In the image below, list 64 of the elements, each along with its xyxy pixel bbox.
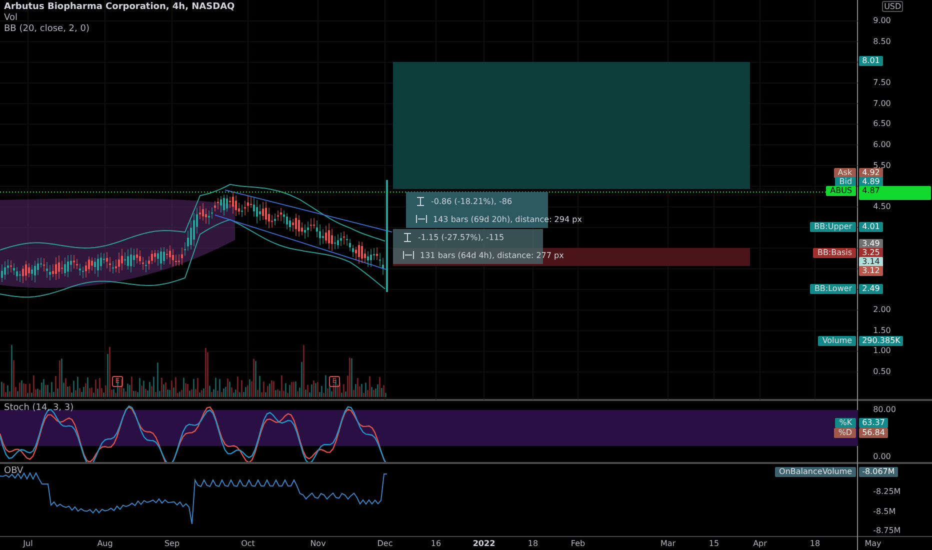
price-axis-label: 1.00 (873, 345, 891, 358)
series-label: BB:Basis (813, 248, 856, 258)
indicator-value-tag: 56.84 (859, 428, 888, 438)
series-label: %D (834, 428, 856, 438)
series-label: Volume (818, 336, 856, 346)
series-label: %K (835, 418, 856, 428)
indicator-value-tag: -8.067M (859, 467, 898, 477)
series-label: BB:Upper (810, 222, 856, 232)
series-label: Ask (834, 168, 856, 178)
price-axis-label: 6.50 (873, 118, 891, 130)
obv-axis-label: -8.25M (873, 487, 901, 496)
price-tag: 3.25 (859, 248, 883, 258)
indicator-label: BB (20, close, 2, 0) (4, 24, 90, 35)
time-axis-label: Aug (97, 539, 113, 548)
price-tag: 3.14 (859, 257, 883, 267)
time-axis-label: 16 (430, 539, 442, 548)
obv-axis-label: -8.5M (873, 506, 896, 516)
price-tag: 4.01 (859, 222, 883, 232)
stoch-axis-label: 80.00 (873, 405, 896, 414)
bar-range-text: 131 bars (64d 4h), distance: 277 px (420, 250, 564, 260)
price-tag: 8.01 (859, 56, 883, 66)
time-axis-label: 15 (708, 539, 720, 548)
time-axis-label: Sep (164, 539, 180, 548)
price-axis-label: 7.50 (873, 76, 891, 89)
price-axis-label: 9.00 (873, 15, 891, 27)
currency-label[interactable]: USD (882, 1, 904, 12)
symbol-label: ABUS (826, 186, 856, 196)
time-axis-label: Oct (241, 539, 255, 548)
indicator-label: Vol (4, 13, 18, 24)
series-label: Bid (835, 177, 856, 187)
indicator-label: OBV (4, 466, 24, 476)
time-axis-label: Apr (753, 539, 767, 548)
chart-title: Arbutus Biopharma Corporation, 4h, NASDAQ (4, 2, 235, 13)
time-axis-label: 18 (810, 539, 820, 548)
time-axis-label: Nov (310, 539, 326, 548)
time-axis-label: Dec (377, 539, 393, 548)
price-tag: 290.385K (859, 336, 904, 346)
price-axis-label: 0.50 (873, 366, 891, 378)
time-axis-label: Mar (660, 539, 676, 548)
price-tag: 3.12 (859, 266, 883, 276)
price-axis-label: 1.50 (873, 324, 891, 337)
indicator-label: Stoch (14, 3, 3) (4, 403, 74, 413)
series-label: OnBalanceVolume (775, 467, 856, 477)
price-tag: 3.49 (859, 239, 883, 249)
price-tag: 4.87 (859, 186, 932, 200)
price-change-text: -0.86 (-18.21%), -86 (431, 196, 512, 206)
series-label: BB:Lower (810, 284, 856, 294)
price-axis-label: 6.00 (873, 138, 891, 151)
price-axis-label: 2.00 (873, 304, 891, 316)
price-tag: 4.89 (859, 177, 883, 187)
time-axis-label: Feb (570, 539, 586, 548)
price-change-text: -1.15 (-27.57%), -115 (418, 233, 504, 242)
price-axis-label: 4.50 (873, 200, 891, 213)
price-tag: 2.49 (859, 284, 883, 294)
price-tag: 4.92 (859, 168, 883, 178)
stoch-axis-label: 0.00 (873, 452, 891, 461)
obv-axis-label: -8.75M (873, 526, 901, 535)
time-axis-label: 18 (528, 539, 538, 548)
time-axis-label: Jul (23, 539, 33, 548)
price-axis-label: 7.00 (873, 98, 891, 110)
price-axis-label: 8.50 (873, 36, 891, 48)
time-axis-label: 2022 (472, 539, 496, 548)
indicator-value-tag: 63.37 (859, 418, 888, 428)
time-axis-label: May (864, 539, 882, 548)
